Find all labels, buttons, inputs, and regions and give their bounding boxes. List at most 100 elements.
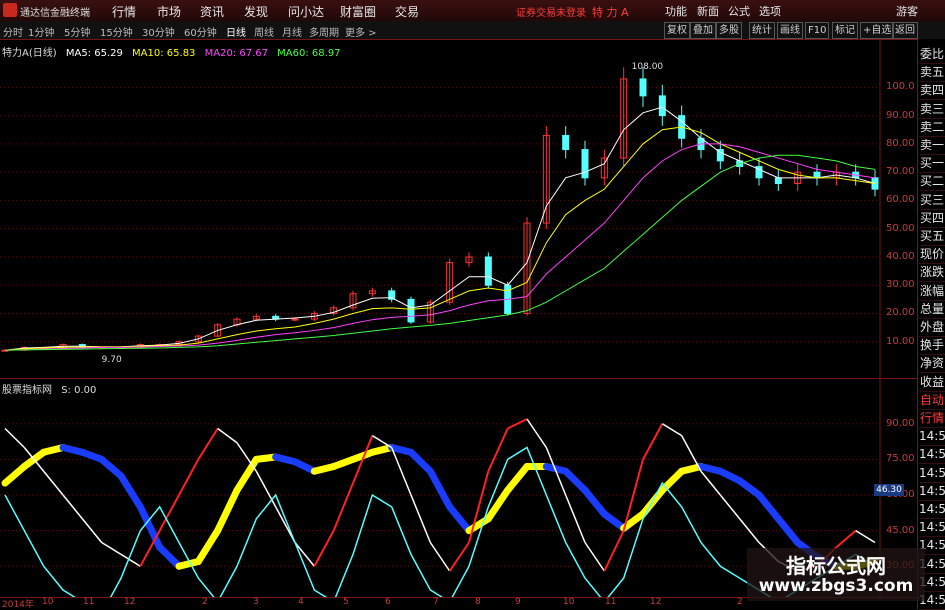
price-tick: 90.00 xyxy=(886,109,915,121)
chart-grid xyxy=(0,39,881,597)
momentum-segment xyxy=(700,470,721,496)
side-panel-item[interactable]: 行情 xyxy=(919,409,945,428)
price-tick: 20.00 xyxy=(886,307,915,319)
time-tick: 11 xyxy=(605,597,617,607)
side-panel-item[interactable]: 卖二 xyxy=(919,118,945,137)
time-tick: 2 xyxy=(737,597,743,607)
price-tick: 80.00 xyxy=(886,137,915,149)
kline-chart[interactable]: 108.00 9.70 xyxy=(0,0,917,597)
momentum-segment xyxy=(448,541,470,572)
candlestick-series xyxy=(1,67,879,352)
side-panel-item[interactable]: 14:5 xyxy=(919,500,945,519)
band-segment xyxy=(562,467,589,494)
side-panel-item[interactable]: 买一 xyxy=(919,154,945,174)
side-panel-item[interactable]: 净资 xyxy=(919,354,945,374)
candle-body xyxy=(658,95,666,117)
side-panel-item[interactable]: 现价 xyxy=(919,245,945,265)
pane-separator[interactable] xyxy=(0,378,917,379)
sub-legend: 股票指标网 S: 0.00 xyxy=(2,381,96,396)
side-panel-item[interactable]: 收益 xyxy=(919,373,945,392)
oscillator-tick: 75.00 xyxy=(886,453,915,465)
watermark-url: www.zbgs3.com xyxy=(758,576,914,596)
oscillator-current-value: 46.30 xyxy=(874,484,904,496)
low-price-label: 9.70 xyxy=(102,355,122,365)
side-panel-item[interactable]: 买四 xyxy=(919,209,945,228)
side-panel-item[interactable]: 自动 xyxy=(919,391,945,410)
candle-body xyxy=(581,149,589,179)
side-panel-item[interactable]: 换手 xyxy=(919,336,945,356)
band-segment xyxy=(484,486,512,523)
side-panel-item[interactable]: 14:5 xyxy=(919,482,945,501)
price-tick: 40.00 xyxy=(886,250,915,262)
momentum-segment xyxy=(81,518,103,543)
momentum-segment xyxy=(410,494,432,543)
momentum-segment xyxy=(217,427,238,444)
price-tick: 70.00 xyxy=(886,166,915,178)
time-tick: 2 xyxy=(202,597,208,607)
side-panel-item[interactable]: 14:5 xyxy=(919,464,945,483)
side-panel-item[interactable]: 买五 xyxy=(919,227,945,246)
time-tick: 2014年 xyxy=(2,600,34,610)
band-segment xyxy=(774,515,802,546)
price-tick: 50.00 xyxy=(886,222,915,234)
momentum-segment xyxy=(178,458,200,496)
momentum-segment xyxy=(564,494,586,543)
candle-body xyxy=(484,256,492,286)
band-segment xyxy=(233,455,260,494)
price-tick: 10.00 xyxy=(886,335,915,347)
side-panel-item[interactable]: 卖三 xyxy=(919,100,945,119)
momentum-segment xyxy=(371,434,393,449)
side-panel-item[interactable]: 总量 xyxy=(919,300,945,319)
momentum-segment xyxy=(197,427,219,460)
time-tick: 11 xyxy=(83,597,95,607)
side-panel-item[interactable]: 买三 xyxy=(919,191,945,210)
watermark: 指标公式网 www.zbgs3.com xyxy=(747,548,925,601)
momentum-segment xyxy=(661,423,683,437)
time-tick: 12 xyxy=(124,597,136,607)
price-tick: 60.00 xyxy=(886,194,915,206)
side-panel-item[interactable]: 涨幅 xyxy=(919,282,945,301)
band-segment xyxy=(194,527,222,565)
side-panel-item[interactable]: 委比 xyxy=(919,45,945,64)
side-panel-item[interactable]: 14:5 xyxy=(919,427,945,447)
candle-body xyxy=(774,177,782,184)
side-panel-item[interactable]: 卖四 xyxy=(919,81,945,101)
oscillator-tick: 45.00 xyxy=(886,524,915,536)
momentum-segment xyxy=(855,529,876,544)
momentum-segment xyxy=(835,529,857,549)
ma-line-ma10 xyxy=(4,126,876,351)
time-tick: 5 xyxy=(343,597,349,607)
band-segment xyxy=(156,543,183,570)
high-price-label: 108.00 xyxy=(632,62,664,72)
band-segment xyxy=(446,503,473,535)
side-panel-item[interactable]: 14:5 xyxy=(919,445,945,465)
sub-legend-value: S: 0.00 xyxy=(61,385,97,396)
candle-body xyxy=(291,318,299,321)
candle-body xyxy=(407,298,415,323)
time-tick: 10 xyxy=(42,597,54,607)
band-segment xyxy=(504,463,531,494)
band-segment xyxy=(581,486,608,518)
time-tick: 10 xyxy=(563,597,575,607)
momentum-segment xyxy=(332,482,354,532)
band-segment xyxy=(755,491,782,523)
side-panel-item[interactable]: 涨跌 xyxy=(919,263,945,283)
side-panel-item[interactable]: 14:5 xyxy=(919,518,945,538)
candle-body xyxy=(562,134,570,151)
side-panel-item[interactable]: 卖一 xyxy=(919,136,945,155)
time-tick: 6 xyxy=(385,597,391,607)
band-segment xyxy=(736,477,763,499)
momentum-segment xyxy=(313,530,335,567)
band-segment xyxy=(214,486,241,535)
band-segment xyxy=(117,472,144,511)
time-tick: 7 xyxy=(433,597,439,607)
momentum-segment xyxy=(719,494,741,520)
band-segment xyxy=(407,448,434,475)
momentum-segment xyxy=(43,470,64,496)
side-panel-item[interactable]: 外盘 xyxy=(919,318,945,337)
oscillator-tick: 90.00 xyxy=(886,417,915,429)
cyan-line xyxy=(4,446,876,597)
momentum-segment xyxy=(4,427,25,449)
side-panel-item[interactable]: 买二 xyxy=(919,172,945,192)
side-panel-item[interactable]: 卖五 xyxy=(919,63,945,83)
